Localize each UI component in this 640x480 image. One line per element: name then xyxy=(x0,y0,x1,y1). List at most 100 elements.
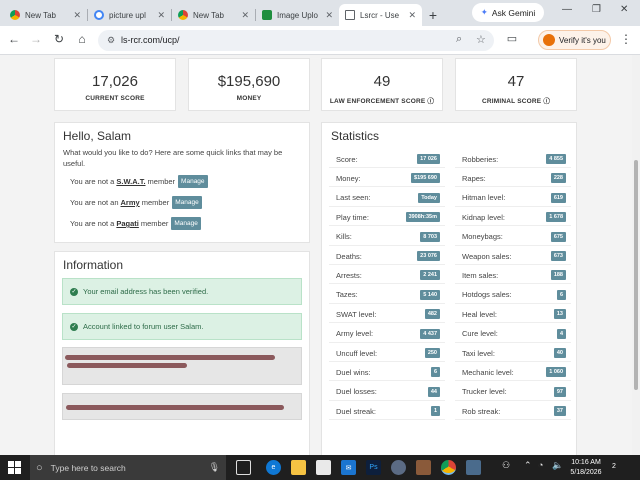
task-view-icon[interactable] xyxy=(236,460,251,475)
stat-row: Rapes: 228 xyxy=(455,170,571,188)
law-enforcement-score-card: 49 LAW ENFORCEMENT SCORE ⓘ xyxy=(321,58,443,111)
page-content: 17,026 CURRENT SCORE $195,690 MONEY 49 L… xyxy=(0,55,632,455)
new-tab-button[interactable]: + xyxy=(422,4,444,26)
close-icon[interactable]: ✕ xyxy=(408,10,416,21)
taskbar-search[interactable]: ○ Type here to search 🎙 xyxy=(30,455,226,480)
tab-new-tab-1[interactable]: New Tab ✕ xyxy=(4,4,87,26)
stat-label: Item sales: xyxy=(462,270,499,280)
chrome-icon xyxy=(178,10,188,20)
tray-chevron-icon[interactable]: ⌃ xyxy=(524,460,532,471)
file-explorer-icon[interactable] xyxy=(291,460,306,475)
stat-label: Score: xyxy=(336,154,358,164)
windows-start-icon[interactable] xyxy=(8,461,21,474)
law-enforcement-score-label[interactable]: LAW ENFORCEMENT SCORE ⓘ xyxy=(322,95,442,105)
taskbar-clock[interactable]: 10:16 AM 5/18/2026 xyxy=(566,458,606,478)
stat-label: Hotdogs sales: xyxy=(462,290,512,300)
stat-label: Weapon sales: xyxy=(462,251,512,261)
stat-value-badge: 5 140 xyxy=(420,289,440,300)
stat-value-badge: 250 xyxy=(424,348,440,358)
reload-icon[interactable]: ↻ xyxy=(51,32,67,46)
close-icon[interactable]: ✕ xyxy=(73,10,81,21)
check-circle-icon: ✓ xyxy=(70,287,78,296)
site-info-icon[interactable]: ⚙ xyxy=(107,35,115,46)
stat-value-badge: 1 xyxy=(430,406,440,417)
microphone-icon[interactable]: 🎙 xyxy=(209,462,220,473)
stat-value-badge: 6 xyxy=(430,367,440,378)
app-icon[interactable] xyxy=(391,460,406,475)
url-text[interactable]: ls-rcr.com/ucp/ xyxy=(121,35,180,45)
taskbar-search-placeholder: Type here to search xyxy=(50,462,126,473)
stat-value-badge: 2 241 xyxy=(420,270,440,281)
stat-row: Taxi level: 40 xyxy=(455,345,571,362)
redaction-scribble xyxy=(65,355,275,360)
pagati-link[interactable]: Pagati xyxy=(116,219,139,228)
stat-row: Money: $195 690 xyxy=(329,170,445,188)
membership-prefix: You are not an xyxy=(70,198,119,207)
tab-title: New Tab xyxy=(193,10,224,20)
back-icon[interactable]: ← xyxy=(6,32,22,46)
army-link[interactable]: Army xyxy=(121,198,140,207)
stat-label: Kills: xyxy=(336,232,352,242)
forward-icon[interactable]: → xyxy=(28,32,44,46)
notifications-icon[interactable]: 2 xyxy=(612,460,626,474)
store-icon[interactable] xyxy=(316,460,331,475)
stat-value-badge: 23 076 xyxy=(417,251,440,261)
edge-icon[interactable]: e xyxy=(266,460,281,475)
game-icon[interactable] xyxy=(416,460,431,475)
stat-row: Play time: 3908h:35m xyxy=(329,209,445,227)
stat-row: SWAT level: 482 xyxy=(329,306,445,324)
stat-label: Tazes: xyxy=(336,290,358,300)
stat-value-badge: 3908h:35m xyxy=(405,212,440,223)
mail-icon[interactable]: ✉ xyxy=(341,460,356,475)
stat-label: Money: xyxy=(336,173,361,183)
menu-icon[interactable]: ⋮ xyxy=(618,32,634,46)
restore-icon[interactable]: ❐ xyxy=(592,4,601,15)
people-icon[interactable]: ⚇ xyxy=(502,460,510,471)
home-icon[interactable]: ⌂ xyxy=(74,32,90,46)
manage-swat-button[interactable]: Manage xyxy=(178,175,208,188)
stat-value-badge: 6 xyxy=(556,289,566,300)
photos-icon[interactable] xyxy=(466,460,481,475)
verify-profile-button[interactable]: Verify it's you xyxy=(538,30,611,50)
redaction-scribble xyxy=(66,405,284,410)
scrollbar-thumb[interactable] xyxy=(634,160,638,390)
bookmark-star-icon[interactable]: ☆ xyxy=(476,33,486,46)
manage-pagati-button[interactable]: Manage xyxy=(171,217,201,230)
stat-row: Uncuff level: 250 xyxy=(329,345,445,362)
stat-row: Kidnap level: 1 678 xyxy=(455,209,571,227)
volume-icon[interactable]: 🔈 xyxy=(552,460,563,471)
minimize-icon[interactable]: — xyxy=(562,4,572,15)
current-score-label: CURRENT SCORE xyxy=(85,95,145,102)
swat-link[interactable]: S.W.A.T. xyxy=(116,177,145,186)
stat-label: Arrests: xyxy=(336,270,362,280)
stat-label: Heal level: xyxy=(462,309,498,319)
network-icon[interactable]: ◔ xyxy=(538,460,543,470)
membership-prefix: You are not a xyxy=(70,219,115,228)
close-icon[interactable]: ✕ xyxy=(325,10,333,21)
stat-label: Duel streak: xyxy=(336,406,377,416)
stat-row: Arrests: 2 241 xyxy=(329,267,445,285)
tab-image-upload[interactable]: Image Uplo ✕ xyxy=(256,4,339,26)
alert-text: Your email address has been verified. xyxy=(83,287,209,296)
address-bar[interactable]: ⚙ ls-rcr.com/ucp/ ⌕ ☆ xyxy=(98,30,494,51)
page-scrollbar[interactable] xyxy=(632,55,640,455)
close-icon[interactable]: ✕ xyxy=(241,10,249,21)
stat-label: Last seen: xyxy=(336,193,371,203)
tab-lsrcr[interactable]: Lsrcr - Use ✕ xyxy=(339,4,422,26)
close-icon[interactable]: ✕ xyxy=(157,10,165,21)
close-window-icon[interactable]: ✕ xyxy=(620,4,628,15)
chrome-taskbar-icon[interactable] xyxy=(441,460,456,475)
criminal-score-label[interactable]: CRIMINAL SCORE ⓘ xyxy=(456,95,576,105)
manage-army-button[interactable]: Manage xyxy=(172,196,202,209)
ask-gemini-button[interactable]: ✦ Ask Gemini xyxy=(472,3,544,22)
tab-picture-upload[interactable]: picture upl ✕ xyxy=(88,4,171,26)
stat-row: Kills: 8 703 xyxy=(329,229,445,246)
stat-row: Duel losses: 44 xyxy=(329,384,445,401)
membership-suffix: member xyxy=(147,177,176,186)
stat-value-badge: Today xyxy=(418,192,440,203)
photoshop-icon[interactable]: Ps xyxy=(366,460,381,475)
tab-new-tab-2[interactable]: New Tab ✕ xyxy=(172,4,255,26)
tab-search-icon[interactable]: ▭ xyxy=(504,32,520,45)
stat-value-badge: 1 060 xyxy=(546,367,566,378)
search-icon[interactable]: ⌕ xyxy=(456,33,462,46)
